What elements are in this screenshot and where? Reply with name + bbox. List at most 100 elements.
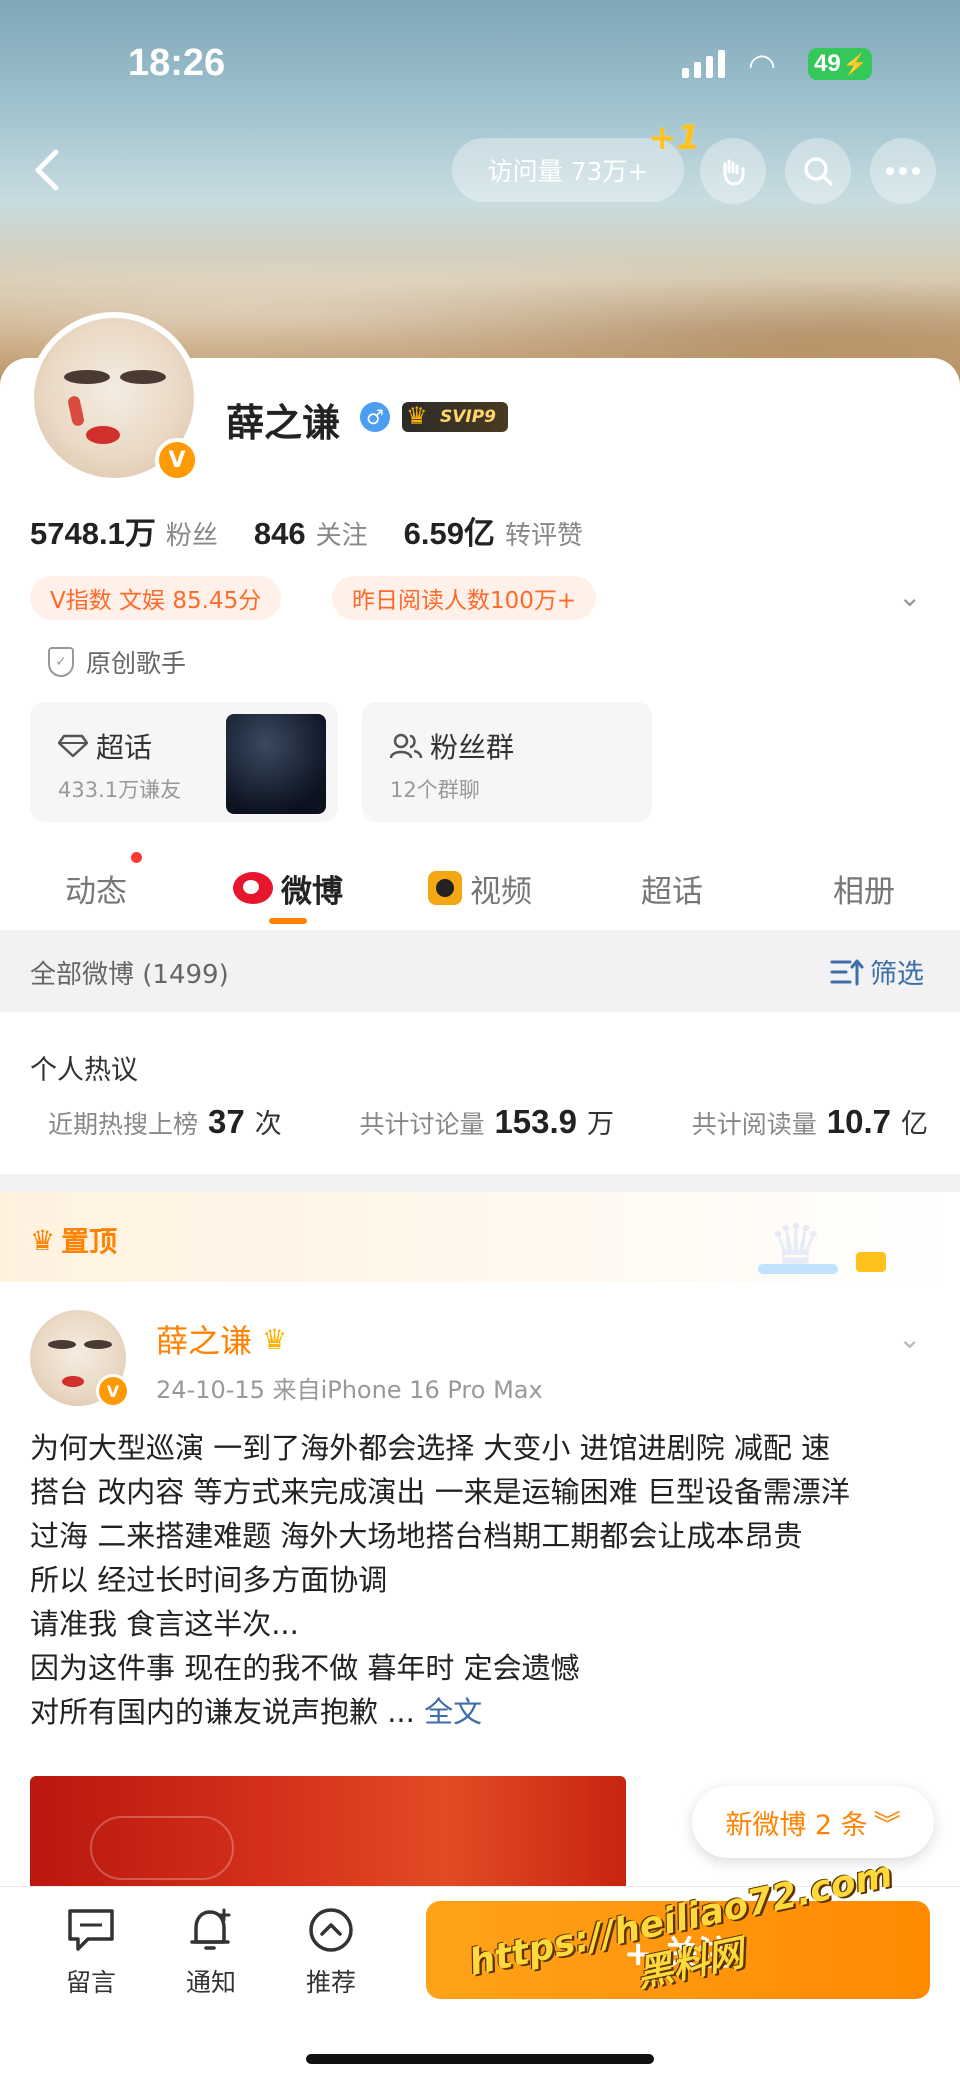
stat-fans[interactable]: 5748.1万 粉丝 [30,508,218,553]
more-button[interactable] [870,138,936,204]
tab-video[interactable]: 视频 [384,848,576,928]
cellular-signal-icon [682,48,732,78]
hot-label: 近期热搜上榜 [48,1110,199,1139]
stat-interactions[interactable]: 6.59亿 转评赞 [404,508,583,553]
tab-album[interactable]: 相册 [768,848,960,928]
battery-level: 49 [814,50,841,77]
supertopic-card[interactable]: 超话 433.1万谦友 [30,702,338,822]
all-posts-count[interactable]: 全部微博 (1499) [30,954,229,991]
hand-gesture-icon [723,159,745,186]
tab-supertopic[interactable]: 超话 [576,848,768,928]
crown-icon: ♛ [406,402,428,430]
hot-unit: 亿 [901,1109,928,1140]
stat-value: 6.59亿 [403,516,495,551]
post-line: 因为这件事 现在的我不做 暮年时 定会遗憾 [30,1651,580,1685]
post-author-name: 薛之谦 [156,1322,253,1360]
bell-plus-icon [184,1905,238,1955]
profile-name: 薛之谦 [226,401,341,445]
hot-search-count[interactable]: 近期热搜上榜 37 次 [48,1102,282,1141]
certification-label: 原创歌手 [86,649,187,678]
male-gender-icon: ♂ [360,402,390,432]
crown-icon: ♛ [30,1223,56,1257]
post-meta: 24-10-15 来自iPhone 16 Pro Max [156,1376,543,1404]
double-chevron-down-icon: ︾ [873,1809,901,1841]
post-line: 过海 二来搭建难题 海外大场地搭台档期工期都会让成本昂贵 [30,1519,803,1553]
group-people-icon [390,733,422,759]
tab-dynamic[interactable]: 动态 [0,848,192,928]
tab-label: 动态 [65,873,127,910]
filter-label: 筛选 [870,959,924,990]
post-author[interactable]: 薛之谦 ♛ [156,1316,287,1362]
post-line: 对所有国内的谦友说声抱歉 ... [30,1695,425,1729]
wifi-icon: ◠ [748,46,776,84]
bottom-label: 推荐 [305,1968,356,1997]
verified-v-icon: V [96,1374,130,1408]
stat-label: 粉丝 [165,521,218,551]
fan-group-title-row: 粉丝群 [390,726,514,766]
search-icon [804,157,833,186]
hot-label: 共计阅读量 [691,1110,817,1139]
status-bar: 18:26 ◠ 49 ⚡ [0,0,960,130]
chevron-down-icon[interactable]: ⌄ [898,580,921,613]
v-index-tag[interactable]: V指数 文娱 85.45分 [30,576,282,620]
stat-following[interactable]: 846 关注 [254,515,368,552]
hot-value: 10.7 [826,1103,891,1140]
full-text-link[interactable]: 全文 [424,1695,482,1729]
tab-label: 超话 [641,873,703,910]
fan-group-card[interactable]: 粉丝群 12个群聊 [362,702,652,822]
tab-label: 视频 [470,873,532,910]
discussion-count[interactable]: 共计讨论量 153.9 万 [359,1102,614,1141]
hot-stats-row: 近期热搜上榜 37 次 共计讨论量 153.9 万 共计阅读量 10.7 亿 [48,1102,928,1141]
post-image[interactable] [30,1776,626,1886]
bottom-label: 留言 [65,1968,116,1997]
svip-label: SVIP9 [440,407,497,427]
profile-stats: 5748.1万 粉丝 846 关注 6.59亿 转评赞 [30,508,583,553]
supertopic-title-row: 超话 [58,726,152,766]
more-dots-icon [886,167,920,175]
verified-v-icon: V [155,438,199,482]
notify-button[interactable]: 通知 [166,1905,256,1999]
search-button[interactable] [785,138,851,204]
diamond-icon [58,734,88,758]
tab-weibo[interactable]: 微博 [192,848,384,928]
tab-label: 微博 [281,873,343,910]
chevron-left-icon [35,149,59,191]
post-line: 请准我 食言这半次... [30,1607,299,1641]
tab-label: 相册 [833,873,895,910]
weibo-icon [233,872,273,904]
stat-value: 846 [253,516,306,551]
post-content[interactable]: 为何大型巡演 一到了海外都会选择 大变小 进馆进剧院 减配 速 搭台 改内容 等… [30,1426,935,1734]
filter-bar: 全部微博 (1499) 筛选 [0,930,960,1012]
supertopic-subtitle: 433.1万谦友 [58,778,182,802]
hot-unit: 万 [587,1109,615,1140]
personal-hot-section: 个人热议 近期热搜上榜 37 次 共计讨论量 153.9 万 共计阅读量 10.… [0,1012,960,1174]
post-line: 所以 经过长时间多方面协调 [30,1563,388,1597]
post-line-last: 对所有国内的谦友说声抱歉 ... 全文 [30,1690,935,1734]
visit-increment: +1 [648,118,701,158]
charging-icon: ⚡ [842,53,868,76]
like-gesture-button[interactable] [700,138,766,204]
stat-label: 关注 [315,521,368,551]
supertopic-title: 超话 [96,731,153,764]
message-button[interactable]: 留言 [46,1905,136,1999]
profile-tabs: 动态 微博 视频 超话 相册 [0,848,960,928]
new-posts-button[interactable]: 新微博 2 条 ︾ [692,1786,934,1858]
svip-badge[interactable]: ♛ SVIP9 [402,402,509,432]
pinned-header: ♛ 置顶 ♛ [0,1192,960,1283]
hot-value: 153.9 [494,1103,578,1140]
post-line: 为何大型巡演 一到了海外都会选择 大变小 进馆进剧院 减配 速 [30,1431,831,1465]
read-count[interactable]: 共计阅读量 10.7 亿 [692,1102,928,1141]
filter-button[interactable]: 筛选 [830,952,924,991]
hot-unit: 次 [254,1109,282,1140]
hot-title: 个人热议 [30,1055,138,1086]
fan-group-subtitle: 12个群聊 [390,778,480,802]
pinned-label: ♛ 置顶 [30,1220,117,1260]
status-time: 18:26 [128,42,226,84]
supertopic-thumbnail [226,714,326,814]
back-button[interactable] [22,140,72,200]
reader-count-tag[interactable]: 昨日阅读人数100万+ [332,576,597,620]
filter-sort-icon [830,959,864,985]
chevron-down-icon[interactable]: ⌄ [898,1322,921,1355]
recommend-button[interactable]: 推荐 [286,1905,376,1999]
fan-group-title: 粉丝群 [430,731,515,764]
